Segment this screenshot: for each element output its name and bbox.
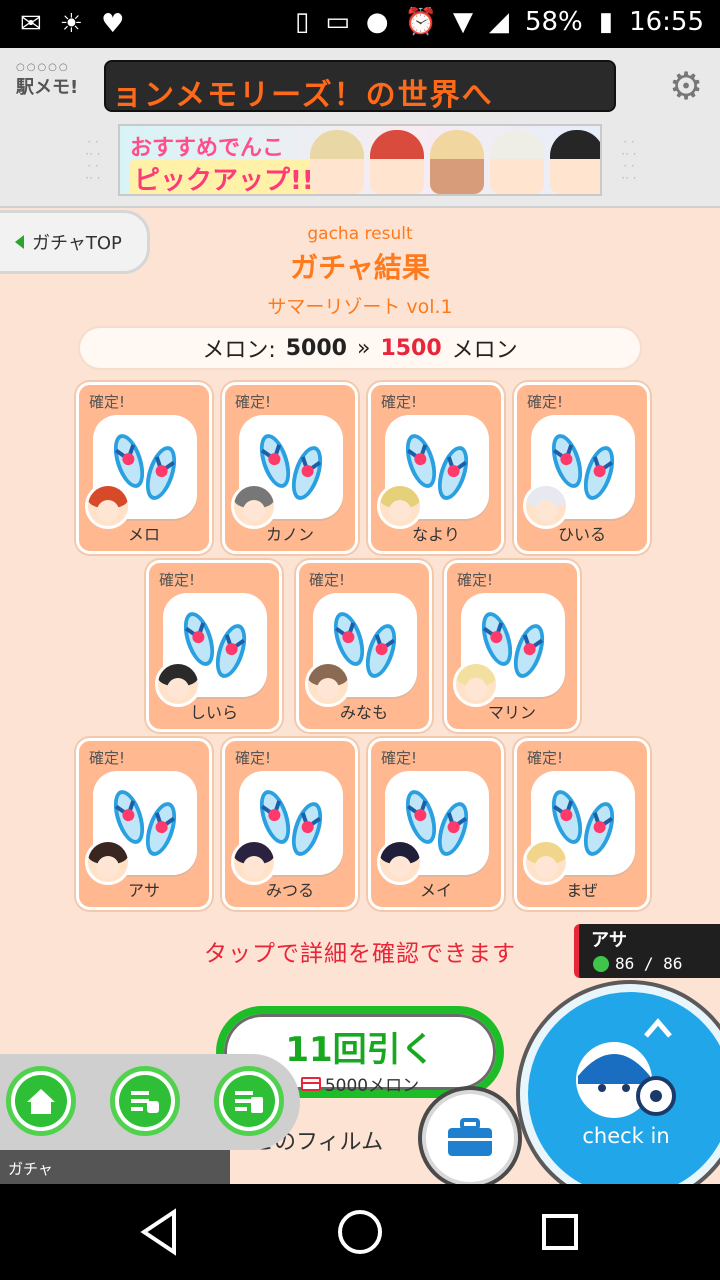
result-card[interactable]: 確定! みなも <box>296 560 432 732</box>
character-name-label: カノン <box>265 525 314 544</box>
home-circle-icon[interactable] <box>330 1202 390 1262</box>
confirmed-tag: 確定! <box>457 571 494 589</box>
confirmed-tag: 確定! <box>159 571 196 589</box>
result-card[interactable]: 確定! アサ <box>76 738 212 910</box>
status-bar: ✉ ☀ ♥ ▯ ▭ ● ⏰ ▼ ◢ 58% ▮ 16:55 <box>0 0 720 48</box>
app-logo[interactable]: ○○○○○ 駅メモ! <box>16 62 96 112</box>
confirmed-tag: 確定! <box>89 749 126 767</box>
confirmed-tag: 確定! <box>381 749 418 767</box>
character-name-label: ひいる <box>557 525 606 544</box>
weather-icon: ☀ <box>59 9 84 39</box>
sparkle-decoration-left: · · ·· · · · ·· · <box>85 135 101 185</box>
list-station-icon <box>235 1091 263 1113</box>
confirmed-tag: 確定! <box>527 393 564 411</box>
melon-after: 1500 <box>380 335 442 361</box>
briefcase-icon <box>448 1118 492 1156</box>
wifi-icon: ▼ <box>452 7 473 37</box>
melon-before: 5000 <box>285 335 347 361</box>
character-name-label: みつる <box>265 881 314 900</box>
character-name: アサ <box>591 930 627 951</box>
check-in-button[interactable]: check in <box>520 984 720 1204</box>
check-in-label: check in <box>582 1124 670 1148</box>
banner-line2: ピックアップ!! <box>130 160 318 194</box>
location-icon: ● <box>365 7 389 37</box>
denko-face-icon <box>576 1018 676 1118</box>
route-list-button[interactable] <box>214 1066 284 1136</box>
confirmed-tag: 確定! <box>527 749 564 767</box>
character-name-label: なより <box>412 525 460 544</box>
character-name-label: しいら <box>189 703 238 722</box>
result-card[interactable]: 確定! しいら <box>146 560 282 732</box>
character-name-label: アサ <box>127 881 160 900</box>
character-name-label: まぜ <box>566 881 598 900</box>
briefcase-button[interactable] <box>418 1086 522 1190</box>
recents-icon[interactable] <box>530 1202 590 1262</box>
character-hp: 86 / 86 <box>593 954 682 973</box>
ticker-text: ョンメモリーズ！の世界へ <box>112 78 494 112</box>
banner-characters <box>310 130 600 194</box>
heart-icon: ♥ <box>101 9 125 39</box>
alarm-icon: ⏰ <box>404 7 437 37</box>
list-train-icon <box>131 1091 159 1113</box>
melon-unit: メロン <box>451 338 518 363</box>
app-header: ○○○○○ 駅メモ! ョンメモリーズ！の世界へ ⚙ · · ·· · · · ·· ·… <box>0 48 720 208</box>
result-card[interactable]: 確定! ひいる <box>514 382 650 554</box>
pickup-banner[interactable]: おすすめでんこ ピックアップ!! <box>118 124 602 196</box>
gmail-icon: ✉ <box>20 9 42 39</box>
banner-line1: おすすめでんこ <box>130 136 285 161</box>
page-title: ガチャ結果 <box>290 251 430 284</box>
news-ticker[interactable]: ョンメモリーズ！の世界へ <box>104 60 616 112</box>
melon-balance: メロン: 5000 » 1500 メロン <box>80 328 640 368</box>
gear-icon[interactable]: ⚙ <box>666 66 706 106</box>
character-name-label: マリン <box>487 703 536 722</box>
result-card[interactable]: 確定! みつる <box>222 738 358 910</box>
station-list-button[interactable] <box>110 1066 180 1136</box>
nav-caption: ガチャ <box>0 1150 230 1184</box>
home-button[interactable] <box>6 1066 76 1136</box>
confirmed-tag: 確定! <box>89 393 126 411</box>
confirmed-tag: 確定! <box>309 571 346 589</box>
character-name-label: メロ <box>127 525 160 544</box>
melon-arrow: » <box>356 335 371 361</box>
result-card[interactable]: 確定! まぜ <box>514 738 650 910</box>
back-icon[interactable] <box>130 1202 190 1262</box>
sparkle-decoration-right: · · ·· · · · ·· · <box>621 135 637 185</box>
battery-percent: 58% <box>524 7 583 37</box>
confirmed-tag: 確定! <box>235 749 272 767</box>
melon-label: メロン: <box>202 338 276 363</box>
confirmed-tag: 確定! <box>235 393 272 411</box>
cast-icon: ▭ <box>325 7 350 37</box>
character-name-label: メイ <box>419 881 452 900</box>
character-status-panel[interactable]: アサ 86 / 86 <box>574 924 720 978</box>
result-card[interactable]: 確定! メイ <box>368 738 504 910</box>
confirmed-tag: 確定! <box>381 393 418 411</box>
result-titles: gacha result ガチャ結果 サマーリゾート vol.1 <box>0 224 720 319</box>
nfc-icon: ▯ <box>295 7 310 37</box>
signal-icon: ◢ <box>488 7 509 37</box>
result-card[interactable]: 確定! カノン <box>222 382 358 554</box>
credit-card-icon <box>300 1076 321 1091</box>
result-subtitle: gacha result <box>307 224 413 244</box>
gacha-name: サマーリゾート vol.1 <box>267 296 453 318</box>
battery-icon: ▮ <box>598 7 614 37</box>
result-card[interactable]: 確定! なより <box>368 382 504 554</box>
result-card[interactable]: 確定! メロ <box>76 382 212 554</box>
clock: 16:55 <box>629 7 704 37</box>
bottom-nav <box>0 1054 300 1150</box>
character-name-label: みなも <box>339 703 388 722</box>
hp-icon <box>593 955 609 972</box>
result-card[interactable]: 確定! マリン <box>444 560 580 732</box>
home-icon <box>27 1089 55 1114</box>
system-nav-bar <box>0 1184 720 1280</box>
